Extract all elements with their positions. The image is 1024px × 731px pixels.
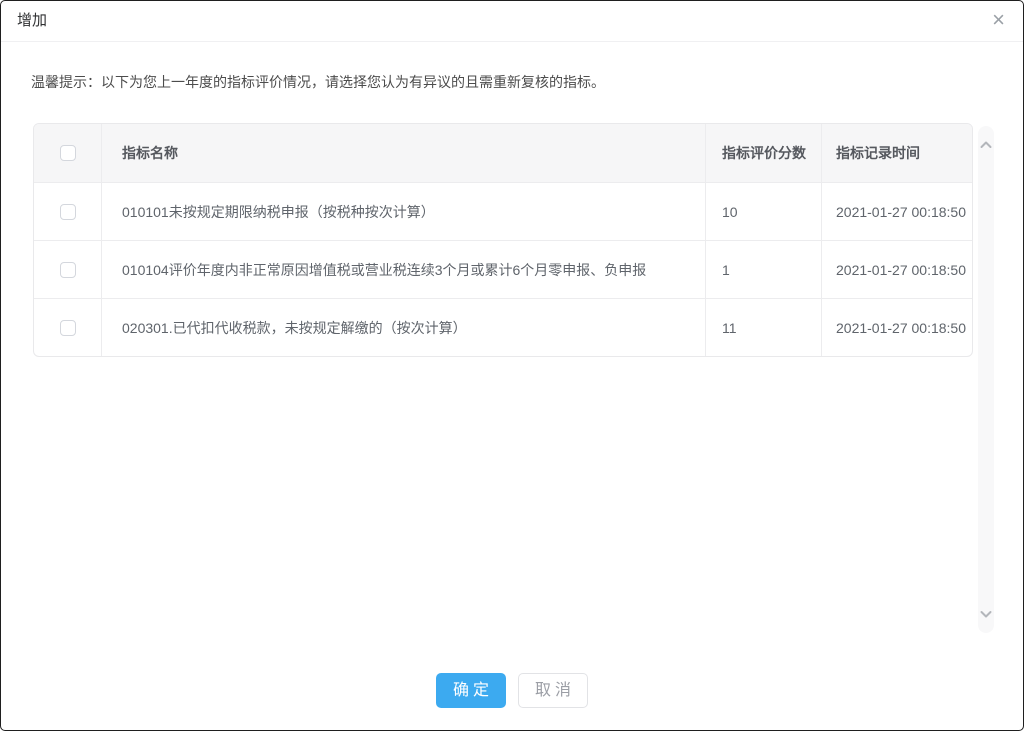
column-header-time: 指标记录时间 [822,124,972,182]
indicator-name: 020301.已代扣代收税款，未按规定解缴的（按次计算） [102,299,706,356]
table-row: 010104评价年度内非正常原因增值税或营业税连续3个月或累计6个月零申报、负申… [34,240,972,298]
indicator-time: 2021-01-27 00:18:50 [822,183,972,240]
indicator-score: 11 [706,299,822,356]
dialog-title: 增加 [17,1,47,41]
indicator-name: 010104评价年度内非正常原因增值税或营业税连续3个月或累计6个月零申报、负申… [102,241,706,298]
chevron-up-icon[interactable] [980,140,992,150]
scrollbar[interactable] [978,126,994,633]
table-row: 010101未按规定期限纳税申报（按税种按次计算） 10 2021-01-27 … [34,182,972,240]
chevron-down-icon[interactable] [980,609,992,619]
header-checkbox-cell [34,124,102,182]
dialog-footer: 确定 取消 [1,673,1023,708]
select-all-checkbox[interactable] [60,145,76,161]
dialog-header: 增加 × [1,1,1023,42]
indicator-time: 2021-01-27 00:18:50 [822,241,972,298]
row-checkbox-cell [34,241,102,298]
close-icon[interactable]: × [988,1,1009,39]
indicator-time: 2021-01-27 00:18:50 [822,299,972,356]
indicator-score: 10 [706,183,822,240]
indicator-name: 010101未按规定期限纳税申报（按税种按次计算） [102,183,706,240]
row-checkbox[interactable] [60,320,76,336]
indicator-score: 1 [706,241,822,298]
row-checkbox[interactable] [60,204,76,220]
confirm-button[interactable]: 确定 [436,673,506,708]
table-header-row: 指标名称 指标评价分数 指标记录时间 [34,124,972,182]
indicator-table: 指标名称 指标评价分数 指标记录时间 010101未按规定期限纳税申报（按税种按… [33,123,973,357]
cancel-button[interactable]: 取消 [518,673,588,708]
column-header-name: 指标名称 [102,124,706,182]
row-checkbox[interactable] [60,262,76,278]
column-header-score: 指标评价分数 [706,124,822,182]
row-checkbox-cell [34,183,102,240]
table-row: 020301.已代扣代收税款，未按规定解缴的（按次计算） 11 2021-01-… [34,298,972,356]
row-checkbox-cell [34,299,102,356]
add-dialog: 增加 × 温馨提示：以下为您上一年度的指标评价情况，请选择您认为有异议的且需重新… [0,0,1024,731]
tip-text: 温馨提示：以下为您上一年度的指标评价情况，请选择您认为有异议的且需重新复核的指标… [31,72,605,92]
